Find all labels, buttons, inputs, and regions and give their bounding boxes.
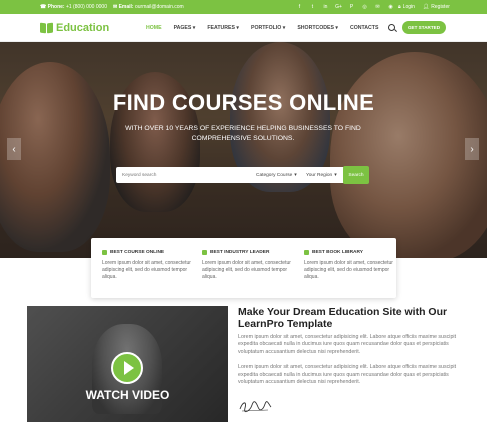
nav-item-contacts[interactable]: CONTACTS <box>350 25 378 31</box>
auth-links: 🔒︎ Login 👤︎ Register <box>398 0 450 14</box>
brand-logo[interactable]: Education <box>40 20 109 36</box>
library-icon <box>304 250 309 255</box>
course-search-bar: Keyword search Category Course ▾ Your Re… <box>116 166 369 184</box>
feature-item: BEST INDUSTRY LEADER Lorem ipsum dolor s… <box>202 250 294 281</box>
login-label: Login <box>402 4 415 10</box>
video-thumbnail[interactable]: WATCH VIDEO <box>27 306 228 422</box>
email-label: Email: <box>118 4 134 10</box>
play-icon[interactable] <box>111 352 143 384</box>
twitter-icon[interactable]: t <box>309 4 316 11</box>
hero-slider: FIND COURSES ONLINE WITH OVER 10 YEARS O… <box>0 42 487 258</box>
about-paragraph: Lorem ipsum dolor sit amet, consectetur … <box>238 334 457 355</box>
brand-name: Education <box>56 22 110 34</box>
get-started-button[interactable]: GET STARTED <box>402 21 446 34</box>
phone-number: +1 (800) 000 0000 <box>65 4 107 10</box>
signature-image <box>239 401 272 413</box>
feature-text: Lorem ipsum dolor sit amet, consectetur … <box>304 260 393 280</box>
feature-title: BEST BOOK LIBRARY <box>312 250 363 255</box>
features-card: BEST COURSE ONLINE Lorem ipsum dolor sit… <box>91 238 396 298</box>
phone-label: Phone: <box>47 4 65 10</box>
region-select[interactable]: Your Region ▾ <box>306 167 337 183</box>
feature-item: BEST BOOK LIBRARY Lorem ipsum dolor sit … <box>304 250 396 281</box>
nav-item-features[interactable]: FEATURES ▾ <box>207 25 239 31</box>
about-title: Make Your Dream Education Site with Our … <box>238 306 448 330</box>
feature-title-row: BEST BOOK LIBRARY <box>304 250 396 255</box>
feature-title: BEST INDUSTRY LEADER <box>210 250 270 255</box>
feature-title: BEST COURSE ONLINE <box>110 250 165 255</box>
email-icon: ✉ <box>112 4 118 10</box>
chevron-down-icon: ▾ <box>294 172 297 178</box>
feature-text: Lorem ipsum dolor sit amet, consectetur … <box>202 260 291 280</box>
nav-item-pages[interactable]: PAGES ▾ <box>174 25 196 31</box>
feature-title-row: BEST INDUSTRY LEADER <box>202 250 294 255</box>
phone-icon: ☎ <box>40 4 47 10</box>
login-link[interactable]: 🔒︎ Login <box>398 4 415 10</box>
chevron-down-icon: ▾ <box>334 172 337 178</box>
linkedin-icon[interactable]: in <box>322 4 329 11</box>
nav-item-home[interactable]: HOME <box>146 25 162 31</box>
graduation-cap-icon <box>202 250 207 255</box>
keyword-search-input[interactable]: Keyword search <box>122 167 156 183</box>
pinterest-icon[interactable]: P <box>348 4 355 11</box>
top-bar: ☎ Phone: +1 (800) 000 0000 ✉ Email: ourm… <box>0 0 487 14</box>
google-plus-icon[interactable]: G+ <box>335 4 342 11</box>
feature-text: Lorem ipsum dolor sit amet, consectetur … <box>102 260 191 280</box>
register-label: Register <box>431 4 450 10</box>
phone-info: ☎ Phone: +1 (800) 000 0000 <box>40 4 107 10</box>
register-link[interactable]: 👤︎ Register <box>423 4 450 10</box>
watch-video-label: WATCH VIDEO <box>85 388 170 402</box>
hero-overlay <box>0 42 487 258</box>
search-button[interactable]: Search <box>343 166 369 184</box>
feature-item: BEST COURSE ONLINE Lorem ipsum dolor sit… <box>102 250 194 281</box>
rss-icon[interactable]: ◉ <box>387 4 394 11</box>
search-icon[interactable] <box>388 24 395 31</box>
facebook-icon[interactable]: f <box>296 4 303 11</box>
slider-prev-arrow-icon[interactable]: ‹ <box>7 138 21 160</box>
nav-item-shortcodes[interactable]: SHORTCODES ▾ <box>297 25 338 31</box>
slider-next-arrow-icon[interactable]: › <box>465 138 479 160</box>
lock-icon: 🔒︎ <box>398 4 401 10</box>
user-icon: 👤︎ <box>422 4 430 10</box>
about-section: Make Your Dream Education Site with Our … <box>238 306 468 386</box>
nav-item-portfolio[interactable]: PORTFOLIO ▾ <box>251 25 285 31</box>
main-navigation: Education HOME PAGES ▾ FEATURES ▾ PORTFO… <box>0 14 487 42</box>
region-label: Your Region <box>306 172 333 178</box>
hero-subtitle: WITH OVER 10 YEARS OF EXPERIENCE HELPING… <box>125 125 361 142</box>
book-icon <box>102 250 107 255</box>
book-icon <box>40 23 53 33</box>
hero-headline: FIND COURSES ONLINE <box>112 90 375 115</box>
dribbble-icon[interactable]: ◎ <box>361 4 368 11</box>
category-course-select[interactable]: Category Course ▾ <box>256 167 297 183</box>
email-address[interactable]: ourmail@domain.com <box>135 4 184 10</box>
feature-title-row: BEST COURSE ONLINE <box>102 250 194 255</box>
category-course-label: Category Course <box>256 172 293 178</box>
nav-menu: HOME PAGES ▾ FEATURES ▾ PORTFOLIO ▾ SHOR… <box>146 14 378 42</box>
about-paragraph: Lorem ipsum dolor sit amet, consectetur … <box>238 364 457 386</box>
mail-icon[interactable]: ✉ <box>374 4 381 11</box>
email-info: ✉ Email: ourmail@domain.com <box>113 4 184 10</box>
social-links: f t in G+ P ◎ ✉ ◉ <box>296 0 394 14</box>
contact-info: ☎ Phone: +1 (800) 000 0000 ✉ Email: ourm… <box>40 0 184 14</box>
